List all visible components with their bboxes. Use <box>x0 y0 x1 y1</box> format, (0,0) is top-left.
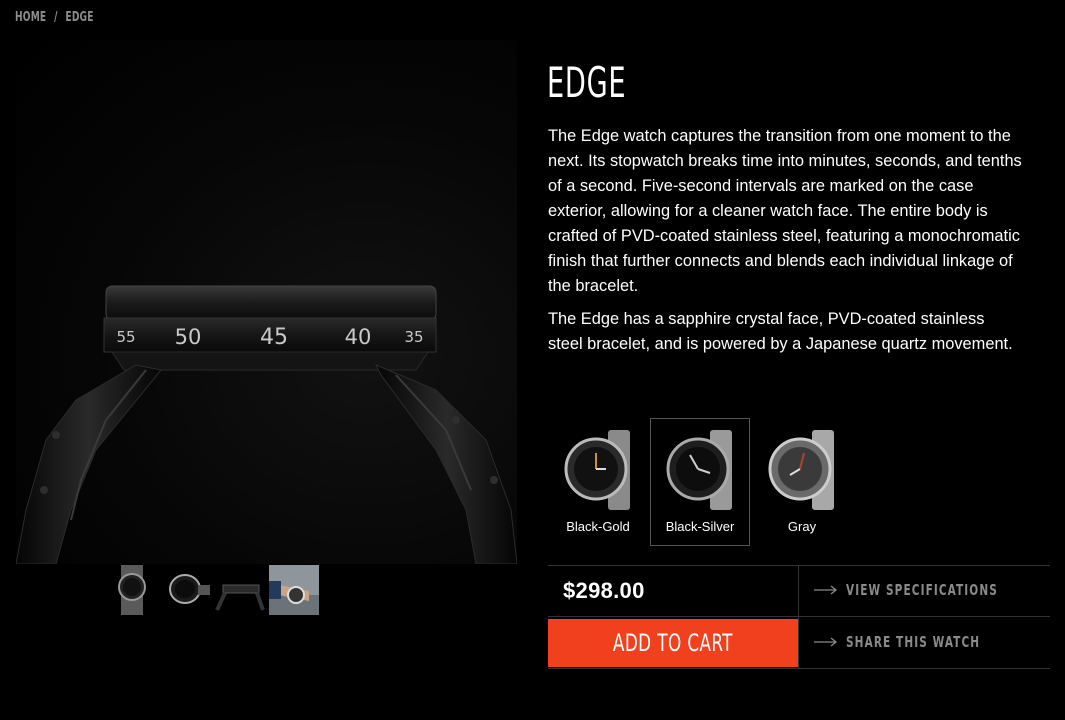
breadcrumb: HOME / EDGE <box>15 10 94 25</box>
thumbnail-side-view[interactable] <box>215 565 265 615</box>
color-option-label: Gray <box>787 519 817 534</box>
thumbnail-angled-view[interactable] <box>161 565 211 615</box>
purchase-panel: $298.00 ADD TO CART VIEW SPECIFICATIONS … <box>548 565 1050 669</box>
divider <box>798 565 799 669</box>
color-option-gray[interactable]: Gray <box>752 418 852 546</box>
breadcrumb-separator: / <box>54 10 58 25</box>
share-watch-label: SHARE THIS WATCH <box>846 633 981 651</box>
thumbnail-front-view[interactable] <box>107 565 157 615</box>
share-watch-link[interactable]: SHARE THIS WATCH <box>814 617 1018 667</box>
view-specifications-link[interactable]: VIEW SPECIFICATIONS <box>814 565 1041 615</box>
case-number-45: 45 <box>260 325 288 350</box>
color-selector: Black-Gold Black-Silver Gray <box>548 418 854 548</box>
add-to-cart-label: ADD TO CART <box>613 629 733 657</box>
product-description: The Edge watch captures the transition f… <box>548 124 1023 365</box>
color-option-black-gold[interactable]: Black-Gold <box>548 418 648 546</box>
color-option-label: Black-Silver <box>665 519 735 534</box>
thumbnail-wrist-view[interactable] <box>269 565 319 615</box>
watch-black-silver-icon <box>666 430 732 510</box>
case-number-40: 40 <box>345 325 372 349</box>
description-paragraph: The Edge watch captures the transition f… <box>548 127 1022 295</box>
case-number-35: 35 <box>404 328 423 346</box>
breadcrumb-current-link[interactable]: EDGE <box>65 10 93 25</box>
gallery-thumbnails <box>107 565 319 615</box>
product-price: $298.00 <box>563 578 645 603</box>
case-number-50: 50 <box>175 325 202 349</box>
breadcrumb-home-link[interactable]: HOME <box>15 10 46 25</box>
arrow-right-icon <box>814 637 838 647</box>
view-specifications-label: VIEW SPECIFICATIONS <box>846 581 998 599</box>
arrow-right-icon <box>814 585 838 595</box>
product-hero-image: 55 50 45 40 35 <box>16 40 517 564</box>
watch-gray-icon <box>768 430 834 510</box>
case-number-55: 55 <box>116 328 135 346</box>
color-option-label: Black-Gold <box>566 519 630 534</box>
product-title: EDGE <box>547 58 627 107</box>
color-option-black-silver[interactable]: Black-Silver <box>650 418 750 546</box>
description-paragraph: The Edge has a sapphire crystal face, PV… <box>548 310 1013 353</box>
add-to-cart-button[interactable]: ADD TO CART <box>548 619 798 667</box>
watch-black-gold-icon <box>564 430 630 510</box>
